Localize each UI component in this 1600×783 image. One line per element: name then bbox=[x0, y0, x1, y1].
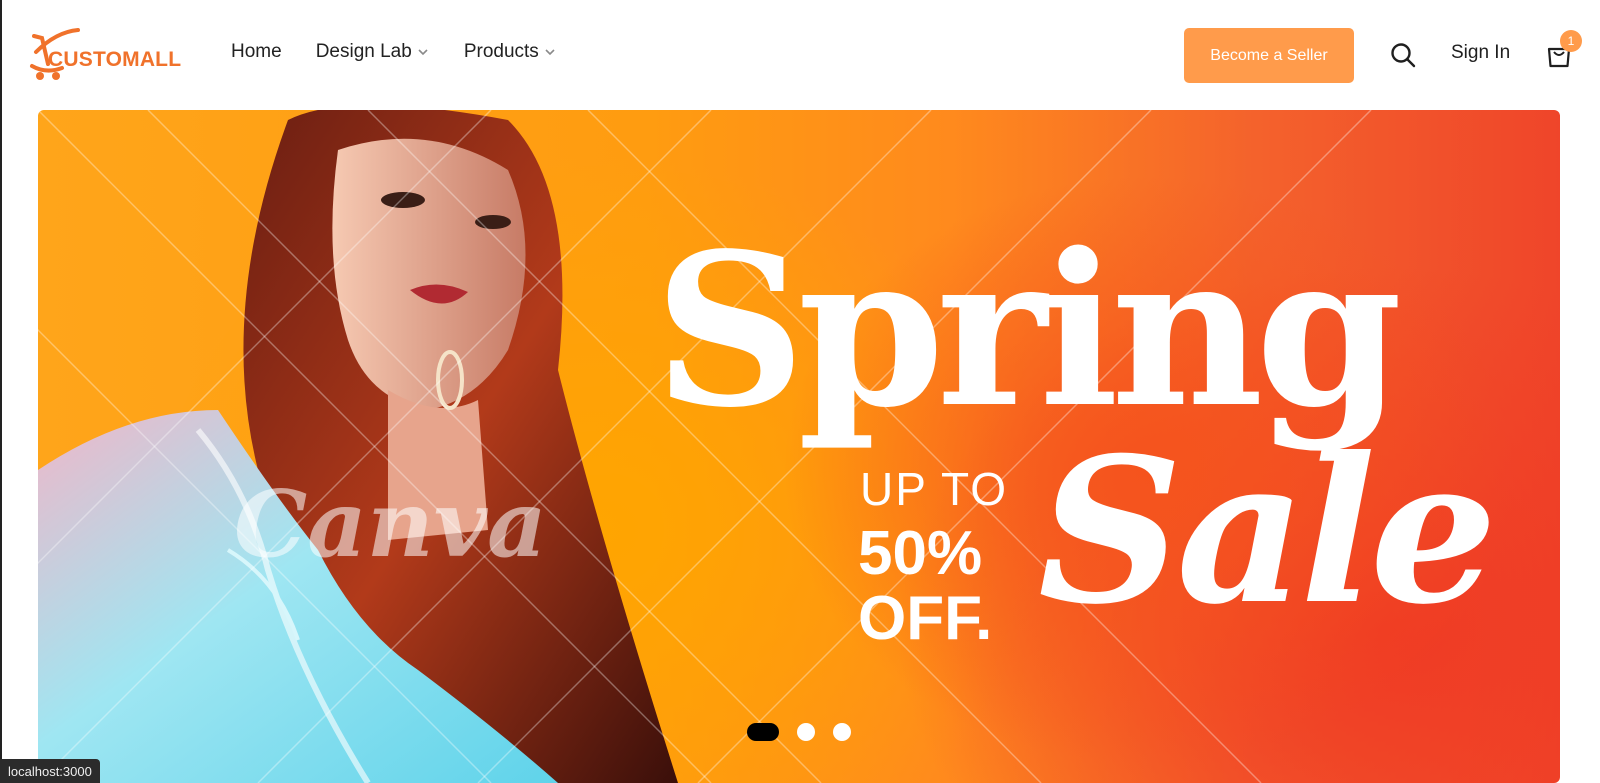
carousel-dot-2[interactable] bbox=[797, 723, 815, 741]
chevron-down-icon bbox=[545, 49, 555, 56]
carousel-dot-3[interactable] bbox=[833, 723, 851, 741]
hero-headline: Spring bbox=[654, 207, 1402, 454]
carousel-dots bbox=[747, 723, 869, 741]
site-header: CUSTOMALL Home Design Lab Products Becom… bbox=[0, 0, 1600, 110]
status-bar-url: localhost:3000 bbox=[0, 759, 100, 783]
hero-model-image bbox=[38, 110, 678, 783]
logo-text[interactable]: CUSTOMALL bbox=[48, 48, 181, 72]
offer-percent: 50% bbox=[858, 519, 983, 588]
nav-design-lab[interactable]: Design Lab bbox=[316, 41, 430, 63]
page: CUSTOMALL Home Design Lab Products Becom… bbox=[0, 0, 1600, 783]
hero-banner[interactable]: Canva Spring UP TO 50% OFF. Sale bbox=[38, 110, 1560, 783]
nav-products[interactable]: Products bbox=[464, 41, 557, 63]
offer-up-to: UP TO bbox=[860, 463, 1009, 515]
offer-off: OFF. bbox=[858, 584, 993, 653]
cart-count-badge: 1 bbox=[1560, 30, 1582, 52]
become-seller-button[interactable]: Become a Seller bbox=[1184, 28, 1354, 83]
sign-in-link[interactable]: Sign In bbox=[1451, 42, 1510, 64]
search-icon[interactable] bbox=[1389, 41, 1417, 69]
nav-design-lab-label: Design Lab bbox=[315, 41, 412, 62]
carousel-dot-1[interactable] bbox=[747, 723, 779, 741]
chevron-down-icon bbox=[418, 49, 428, 56]
main-nav: Home Design Lab Products bbox=[231, 41, 591, 63]
nav-products-label: Products bbox=[463, 41, 539, 62]
hero-subheadline: Sale bbox=[1038, 414, 1497, 649]
nav-home[interactable]: Home bbox=[231, 41, 282, 63]
window-edge bbox=[0, 0, 2, 783]
nav-home-label: Home bbox=[231, 41, 282, 62]
watermark-text: Canva bbox=[234, 470, 547, 578]
